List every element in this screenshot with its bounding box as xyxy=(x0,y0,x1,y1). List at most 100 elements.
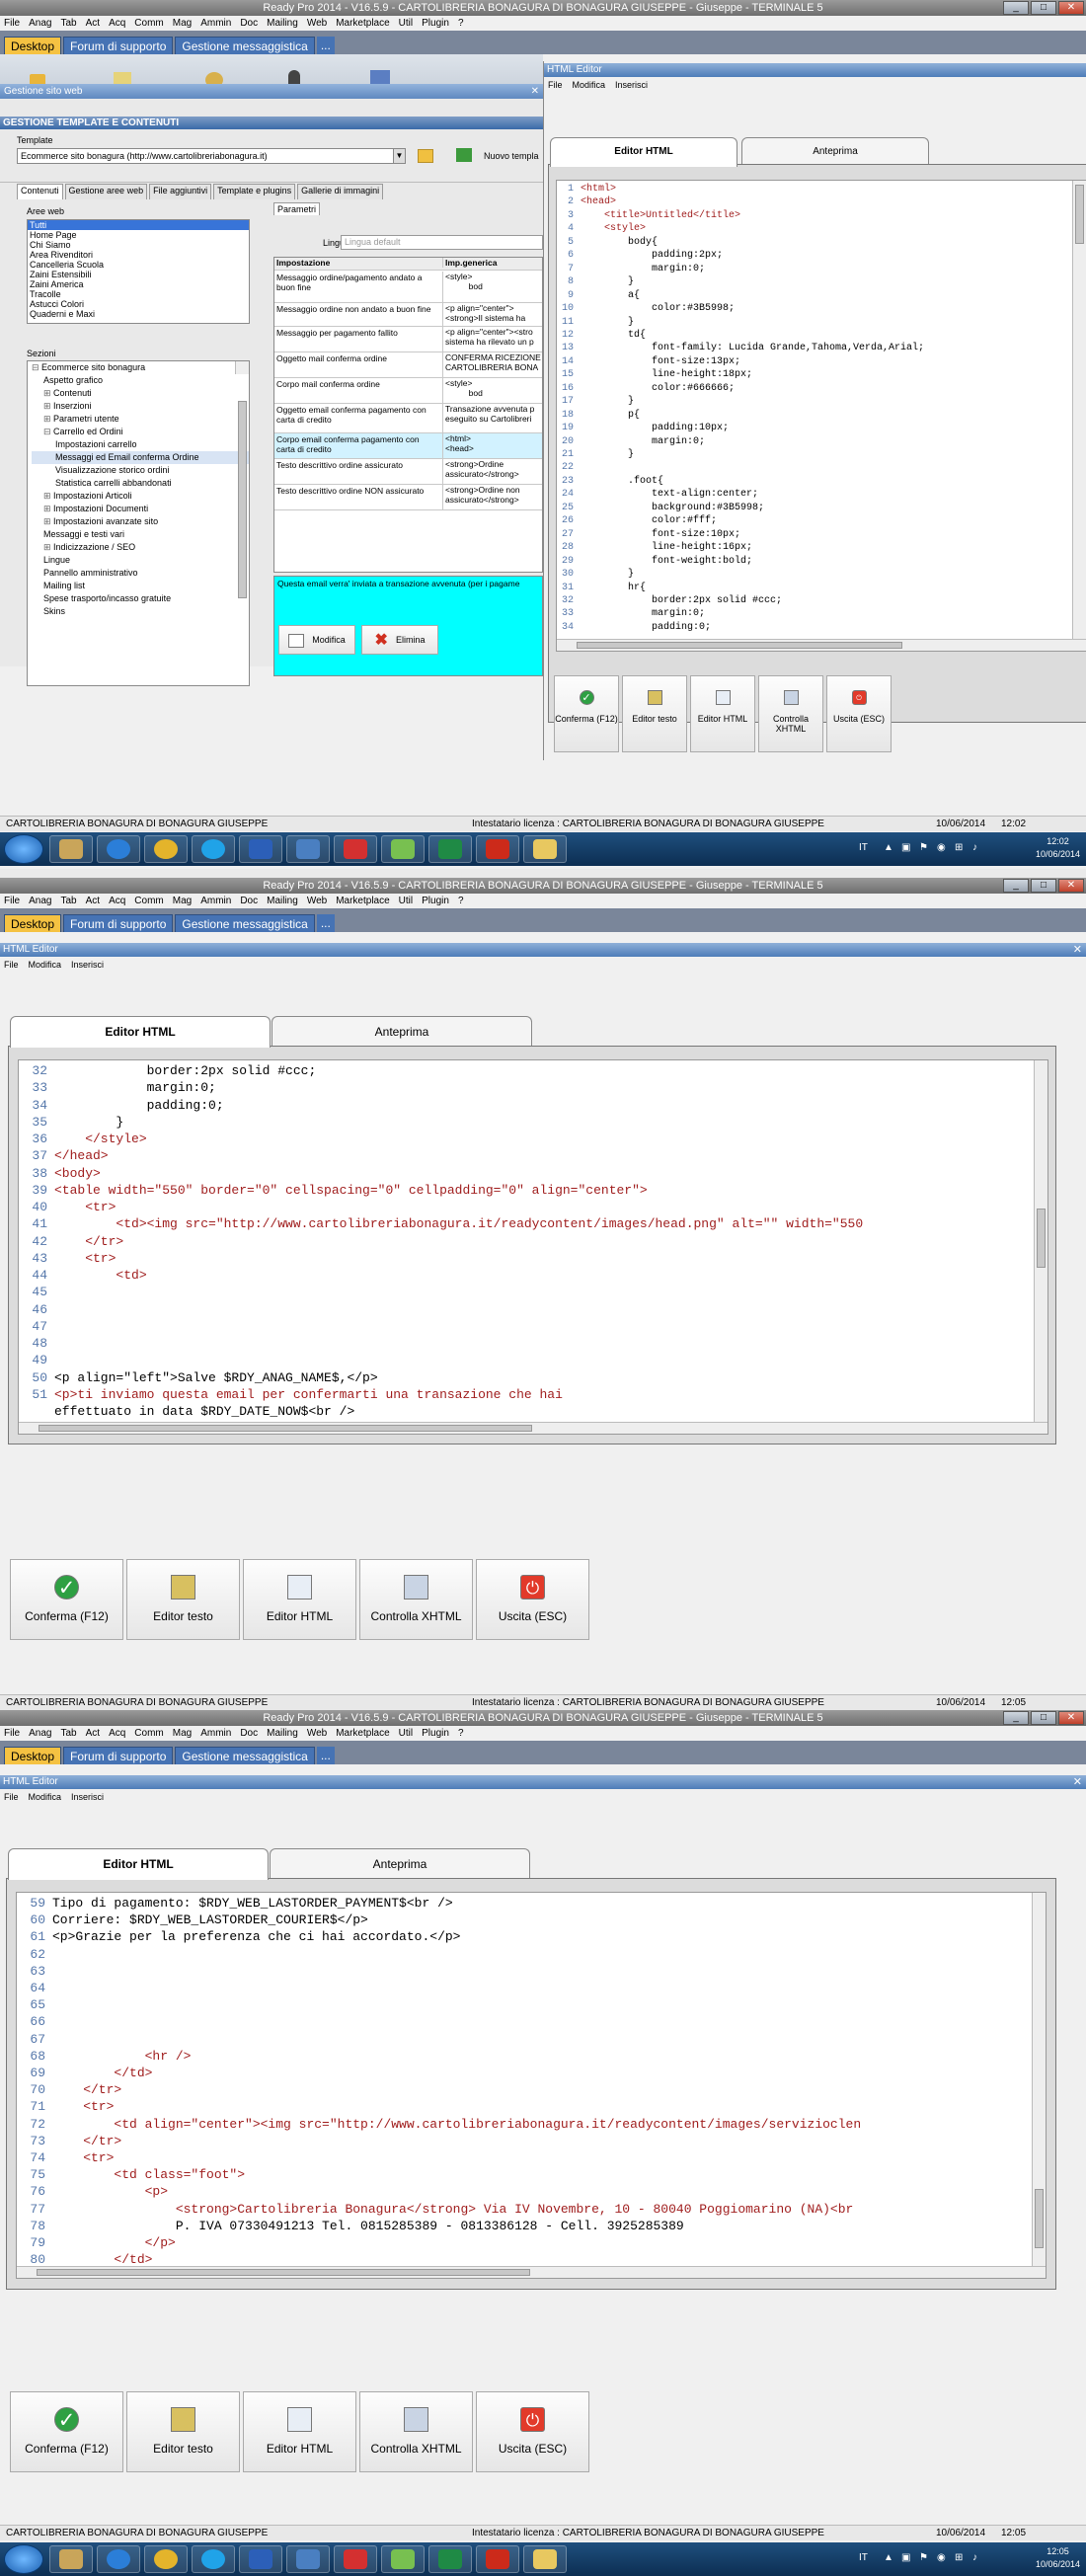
text-editor-button[interactable]: Editor testo xyxy=(126,2391,240,2472)
maximize-button[interactable]: □ xyxy=(1031,879,1056,893)
aree-list-item[interactable]: Tutti xyxy=(28,220,249,230)
web-tab-1[interactable]: Gestione aree web xyxy=(64,184,148,199)
menu-anag[interactable]: Anag xyxy=(29,894,51,908)
tree-item[interactable]: Spese trasporto/incasso gratuite xyxy=(32,592,249,605)
menu-util[interactable]: Util xyxy=(399,1726,413,1741)
tray-icon[interactable]: ⚑ xyxy=(919,842,928,853)
menu-tab[interactable]: Tab xyxy=(60,16,76,31)
app-tab-2[interactable]: Gestione messaggistica xyxy=(175,37,315,54)
menu-modifica[interactable]: Modifica xyxy=(573,78,606,92)
table-row[interactable]: Testo descrittivo ordine assicurato <stro… xyxy=(274,459,542,485)
web-tab-2[interactable]: File aggiuntivi xyxy=(149,184,212,199)
menu-marketplace[interactable]: Marketplace xyxy=(336,1726,389,1741)
tree-expander-icon[interactable]: ⊞ xyxy=(43,516,53,526)
menu-doc[interactable]: Doc xyxy=(240,16,258,31)
tree-item[interactable]: ⊞ Indicizzazione / SEO xyxy=(32,541,249,554)
tray-icon[interactable]: ◉ xyxy=(937,842,946,853)
menu-modifica[interactable]: Modifica xyxy=(29,958,62,972)
folder-icon[interactable] xyxy=(523,835,567,863)
tray-icon[interactable]: ▣ xyxy=(901,2552,910,2563)
tree-expander-icon[interactable]: ⊟ xyxy=(32,362,41,372)
aree-list-item[interactable]: Cancelleria Scuola xyxy=(28,260,249,270)
app-tab-1[interactable]: Forum di supporto xyxy=(63,914,174,932)
template-select[interactable]: Ecommerce sito bonagura (http://www.cart… xyxy=(17,148,406,164)
menu-plugin[interactable]: Plugin xyxy=(422,16,449,31)
exit-button[interactable]: ⏻ Uscita (ESC) xyxy=(826,675,892,752)
menu-file[interactable]: File xyxy=(548,78,563,92)
language-indicator[interactable]: IT xyxy=(859,2552,868,2563)
confirm-button[interactable]: ✓ Conferma (F12) xyxy=(10,2391,123,2472)
tree-item[interactable]: Messaggi ed Email conferma Ordine xyxy=(32,451,249,464)
app-tab-1[interactable]: Forum di supporto xyxy=(63,37,174,54)
menu-act[interactable]: Act xyxy=(86,1726,100,1741)
menu-act[interactable]: Act xyxy=(86,894,100,908)
menu-ammin[interactable]: Ammin xyxy=(200,894,231,908)
word-icon[interactable] xyxy=(239,2545,282,2573)
table-row[interactable]: Corpo mail conferma ordine <style> bod xyxy=(274,378,542,404)
menu-inserisci[interactable]: Inserisci xyxy=(615,78,648,92)
menu-mailing[interactable]: Mailing xyxy=(267,1726,298,1741)
aree-list-item[interactable]: Astucci Colori xyxy=(28,299,249,309)
web-tab-4[interactable]: Gallerie di immagini xyxy=(297,184,384,199)
menu-mag[interactable]: Mag xyxy=(173,16,192,31)
minimize-button[interactable]: _ xyxy=(1003,1711,1029,1725)
windows-start-icon[interactable] xyxy=(4,834,43,864)
menu-file[interactable]: File xyxy=(4,958,19,972)
clock[interactable]: 12:02 10/06/2014 xyxy=(1036,835,1080,861)
tree-expander-icon[interactable]: ⊞ xyxy=(43,542,53,552)
tree-item[interactable]: Messaggi e testi vari xyxy=(32,528,249,541)
tab-parametri[interactable]: Parametri xyxy=(273,202,321,215)
app-tab-3[interactable]: ... xyxy=(316,1747,335,1764)
tray-icon[interactable]: ♪ xyxy=(972,842,977,853)
exit-button[interactable]: ⏻ Uscita (ESC) xyxy=(476,1559,589,1640)
modifica-button[interactable]: Modifica xyxy=(278,625,355,655)
table-row[interactable]: Oggetto email conferma pagamento con car… xyxy=(274,404,542,433)
tray-icon[interactable]: ⊞ xyxy=(955,2552,963,2563)
aree-list-item[interactable]: Zaini America xyxy=(28,279,249,289)
skype-icon[interactable] xyxy=(192,835,235,863)
scrollbar-thumb[interactable] xyxy=(39,1425,532,1432)
web-tab-3[interactable]: Template e plugins xyxy=(213,184,296,199)
menu-ammin[interactable]: Ammin xyxy=(200,16,231,31)
menu-inserisci[interactable]: Inserisci xyxy=(71,1790,104,1804)
confirm-button[interactable]: ✓ Conferma (F12) xyxy=(10,1559,123,1640)
pen-icon[interactable] xyxy=(381,2545,425,2573)
table-row[interactable]: Oggetto mail conferma ordine CONFERMA RIC… xyxy=(274,352,542,378)
menu-web[interactable]: Web xyxy=(307,894,327,908)
aree-list-item[interactable]: Chi Siamo xyxy=(28,240,249,250)
menu-file[interactable]: File xyxy=(4,1726,20,1741)
new-template-button[interactable]: Nuovo templa xyxy=(484,151,539,161)
aree-list-item[interactable]: Area Rivenditori xyxy=(28,250,249,260)
menu-file[interactable]: File xyxy=(4,1790,19,1804)
maximize-button[interactable]: □ xyxy=(1031,1,1056,15)
aree-list-item[interactable]: Zaini Estensibili xyxy=(28,270,249,279)
app-tab-0[interactable]: Desktop xyxy=(4,37,62,54)
horizontal-scrollbar[interactable] xyxy=(557,639,1086,651)
horizontal-scrollbar[interactable] xyxy=(17,2266,1046,2278)
tree-item[interactable]: Mailing list xyxy=(32,580,249,592)
folder-icon[interactable] xyxy=(418,149,433,163)
app-tab-2[interactable]: Gestione messaggistica xyxy=(175,914,315,932)
ie-icon[interactable] xyxy=(97,835,140,863)
language-indicator[interactable]: IT xyxy=(859,842,868,853)
table-row[interactable]: Messaggio ordine/pagamento andato a buon… xyxy=(274,272,542,303)
vertical-scrollbar[interactable] xyxy=(1032,1893,1046,2278)
menu-tab[interactable]: Tab xyxy=(60,1726,76,1741)
tree-item[interactable]: ⊞ Contenuti xyxy=(32,387,249,400)
strawberry-icon[interactable] xyxy=(334,835,377,863)
tree-item[interactable]: Visualizzazione storico ordini xyxy=(32,464,249,477)
maximize-button[interactable]: □ xyxy=(1031,1711,1056,1725)
xhtml-check-button[interactable]: Controlla XHTML xyxy=(359,2391,473,2472)
menu-comm[interactable]: Comm xyxy=(134,1726,163,1741)
menu-inserisci[interactable]: Inserisci xyxy=(71,958,104,972)
menu-plugin[interactable]: Plugin xyxy=(422,1726,449,1741)
aree-list-item[interactable]: Quaderni e Maxi xyxy=(28,309,249,319)
app-tab-1[interactable]: Forum di supporto xyxy=(63,1747,174,1764)
app-tab-3[interactable]: ... xyxy=(316,37,335,54)
excel-icon[interactable] xyxy=(428,2545,472,2573)
table-row[interactable]: Messaggio per pagamento fallito <p align=… xyxy=(274,327,542,352)
close-button[interactable]: ✕ xyxy=(1058,1711,1084,1725)
sezioni-tree[interactable]: ⊟ Ecommerce sito bonagura Aspetto grafic… xyxy=(27,360,250,686)
menu-marketplace[interactable]: Marketplace xyxy=(336,894,389,908)
minimize-button[interactable]: _ xyxy=(1003,1,1029,15)
